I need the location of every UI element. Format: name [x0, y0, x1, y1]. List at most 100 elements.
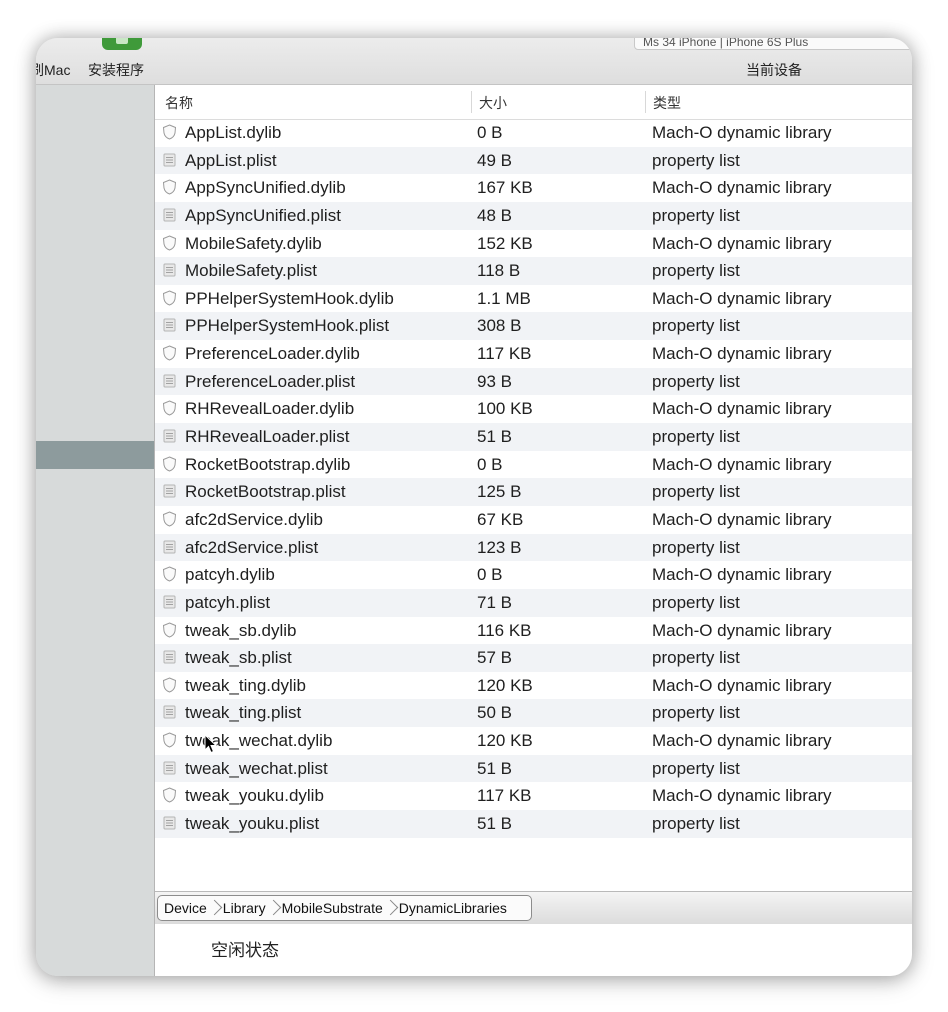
- dylib-icon: [162, 677, 177, 693]
- dylib-icon: [162, 179, 177, 195]
- file-size: 71 B: [477, 592, 512, 612]
- file-kind: property list: [652, 316, 740, 336]
- file-row[interactable]: tweak_wechat.dylib 120 KB Mach-O dynamic l…: [155, 727, 912, 755]
- dylib-icon: [162, 566, 177, 582]
- file-name: afc2dService.dylib: [185, 509, 323, 529]
- file-row[interactable]: tweak_sb.dylib 116 KB Mach-O dynamic libra…: [155, 617, 912, 645]
- file-size: 123 B: [477, 537, 522, 557]
- file-row[interactable]: AppList.plist 49 B property list: [155, 146, 912, 175]
- column-divider[interactable]: [471, 91, 472, 113]
- file-row[interactable]: tweak_youku.plist 51 B property list: [155, 810, 912, 838]
- file-name: AppList.dylib: [185, 123, 282, 142]
- file-kind: Mach-O dynamic library: [652, 675, 832, 695]
- file-name: RHRevealLoader.plist: [185, 427, 350, 447]
- file-row[interactable]: RocketBootstrap.plist 125 B property list: [155, 478, 912, 506]
- file-row[interactable]: patcyh.plist 71 B property list: [155, 588, 912, 617]
- plist-icon: [162, 207, 177, 223]
- status-text: 空闲状态: [211, 941, 279, 960]
- file-row[interactable]: PPHelperSystemHook.dylib 1.1 MB Mach-O dyn…: [155, 285, 912, 313]
- file-kind: property list: [652, 814, 740, 834]
- file-name: tweak_sb.dylib: [185, 620, 297, 640]
- file-size: 50 B: [477, 703, 512, 723]
- file-name: MobileSafety.plist: [185, 261, 317, 281]
- dylib-icon: [162, 400, 177, 416]
- file-size: 48 B: [477, 205, 512, 225]
- file-kind: Mach-O dynamic library: [652, 786, 832, 806]
- column-header-name[interactable]: 名称: [165, 93, 193, 113]
- breadcrumb-item[interactable]: MobileSubstrate: [272, 900, 389, 916]
- file-name: patcyh.dylib: [185, 565, 275, 585]
- file-name: AppSyncUnified.dylib: [185, 178, 346, 198]
- file-size: 57 B: [477, 648, 512, 668]
- dylib-icon: [162, 621, 177, 638]
- list-header: 名称 大小 类型: [155, 85, 912, 120]
- file-name: afc2dService.plist: [185, 537, 319, 557]
- plist-icon: [162, 483, 177, 499]
- path-bar: Device Library MobileSubstrate DynamicLibra…: [155, 891, 912, 925]
- dylib-icon: [162, 124, 177, 140]
- breadcrumb-item[interactable]: Device: [158, 900, 213, 916]
- file-kind: Mach-O dynamic library: [652, 399, 832, 419]
- file-row[interactable]: AppSyncUnified.dylib 167 KB Mach-O dynamic…: [155, 174, 912, 202]
- file-row[interactable]: RHRevealLoader.plist 51 B property list: [155, 423, 912, 451]
- breadcrumb-item[interactable]: Library: [213, 900, 272, 916]
- sidebar: [36, 85, 155, 976]
- plist-icon: [162, 760, 177, 776]
- file-row[interactable]: tweak_ting.plist 50 B property list: [155, 699, 912, 728]
- file-size: 125 B: [477, 482, 522, 502]
- file-size: 116 KB: [477, 620, 532, 640]
- column-divider[interactable]: [645, 91, 646, 113]
- file-size: 49 B: [477, 150, 512, 170]
- file-row[interactable]: tweak_ting.dylib 120 KB Mach-O dynamic lib…: [155, 672, 912, 700]
- file-row[interactable]: tweak_sb.plist 57 B property list: [155, 644, 912, 672]
- file-size: 0 B: [477, 123, 503, 142]
- file-name: PreferenceLoader.plist: [185, 371, 356, 391]
- file-kind: property list: [652, 261, 740, 281]
- installer-label[interactable]: 安装程序: [88, 60, 144, 80]
- file-row[interactable]: afc2dService.plist 123 B property list: [155, 533, 912, 562]
- file-row[interactable]: RocketBootstrap.dylib 0 B Mach-O dynamic l…: [155, 451, 912, 479]
- file-kind: property list: [652, 205, 740, 225]
- file-name: RHRevealLoader.dylib: [185, 399, 355, 419]
- file-row[interactable]: RHRevealLoader.dylib 100 KB Mach-O dynamic…: [155, 395, 912, 423]
- file-size: 1.1 MB: [477, 288, 531, 308]
- plist-icon: [162, 649, 177, 665]
- file-size: 93 B: [477, 371, 512, 391]
- file-row[interactable]: PPHelperSystemHook.plist 308 B property li…: [155, 312, 912, 341]
- file-size: 100 KB: [477, 399, 533, 419]
- file-name: tweak_youku.dylib: [185, 786, 324, 806]
- file-row[interactable]: MobileSafety.plist 118 B property list: [155, 257, 912, 285]
- file-row[interactable]: tweak_wechat.plist 51 B property list: [155, 754, 912, 783]
- file-name: tweak_youku.plist: [185, 814, 320, 834]
- plist-icon: [162, 594, 177, 610]
- plist-icon: [162, 262, 177, 278]
- file-row[interactable]: afc2dService.dylib 67 KB Mach-O dynamic li…: [155, 506, 912, 534]
- device-selector[interactable]: Ms 34 iPhone | iPhone 6S Plus: [634, 38, 912, 50]
- dylib-icon: [162, 787, 177, 803]
- column-header-kind[interactable]: 类型: [653, 93, 681, 113]
- file-kind: property list: [652, 482, 740, 502]
- file-size: 117 KB: [477, 786, 532, 806]
- sidebar-selected-item[interactable]: [36, 441, 154, 469]
- file-row[interactable]: PreferenceLoader.plist 93 B property list: [155, 367, 912, 396]
- current-device-label: 当前设备: [746, 62, 802, 78]
- mouse-cursor-icon: [204, 734, 218, 754]
- file-row[interactable]: tweak_youku.dylib 117 KB Mach-O dynamic li…: [155, 782, 912, 810]
- dylib-icon: [162, 290, 177, 306]
- file-size: 167 KB: [477, 178, 533, 198]
- file-row[interactable]: PreferenceLoader.dylib 117 KB Mach-O dynam…: [155, 340, 912, 368]
- dylib-icon: [162, 456, 177, 472]
- file-row[interactable]: AppSyncUnified.plist 48 B property list: [155, 201, 912, 230]
- installer-app-icon[interactable]: [102, 38, 142, 50]
- file-kind: Mach-O dynamic library: [652, 344, 832, 364]
- breadcrumb-item[interactable]: DynamicLibraries: [389, 900, 513, 916]
- file-row[interactable]: AppList.dylib 0 B Mach-O dynamic library: [155, 119, 912, 147]
- file-kind: Mach-O dynamic library: [652, 454, 832, 474]
- file-name: RocketBootstrap.plist: [185, 482, 346, 502]
- column-header-size[interactable]: 大小: [479, 93, 507, 113]
- dylib-icon: [162, 235, 177, 251]
- file-kind: Mach-O dynamic library: [652, 178, 832, 198]
- file-row[interactable]: patcyh.dylib 0 B Mach-O dynamic library: [155, 561, 912, 589]
- mac-label[interactable]: 刷Mac: [36, 60, 70, 80]
- file-row[interactable]: MobileSafety.dylib 152 KB Mach-O dynamic l…: [155, 230, 912, 258]
